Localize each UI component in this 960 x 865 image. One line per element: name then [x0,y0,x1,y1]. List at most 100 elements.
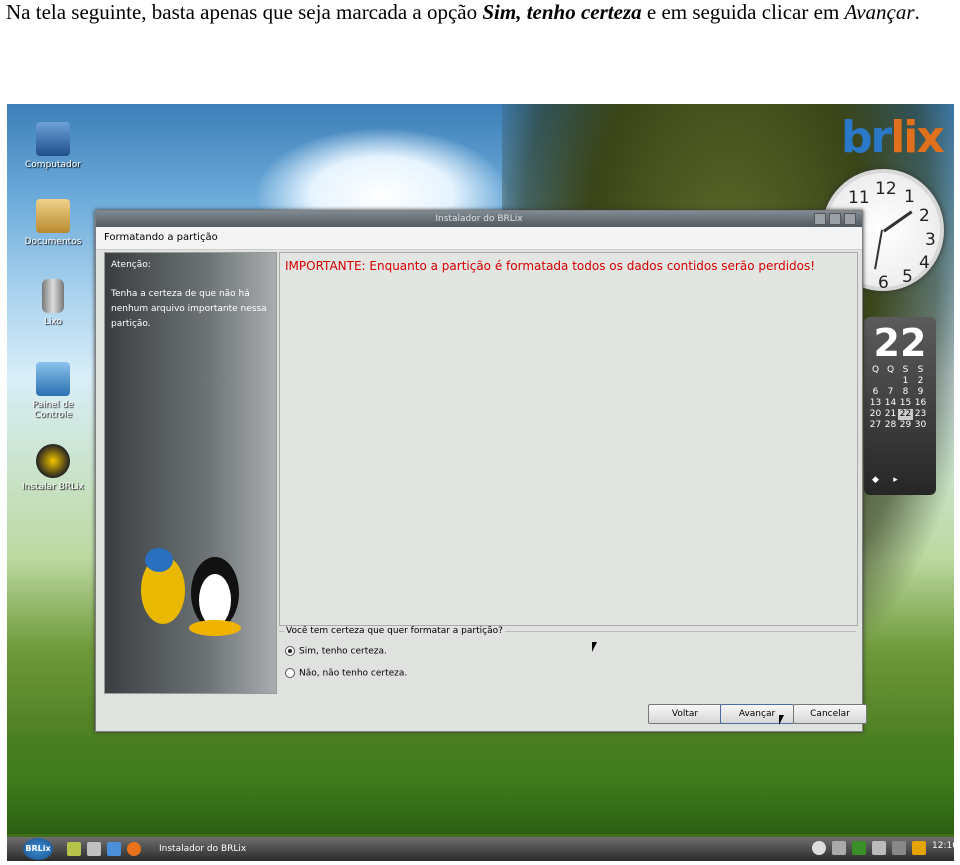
taskbar-task-label: Instalador do BRLix [159,844,247,854]
doc-text-middle: e em seguida clicar em [641,0,845,24]
calendar-date: 8 [902,387,909,397]
doc-text-end: . [914,0,920,24]
clock-number: 1 [904,187,915,207]
option-no-label: Não, não tenho certeza. [299,668,408,679]
documents-icon [36,199,70,233]
calendar-date: 20 [869,409,882,419]
calendar-date: 28 [884,420,897,430]
volume-icon[interactable] [872,841,886,855]
desktop-icon-control-panel[interactable]: Painel de Controle [17,362,89,420]
confirmation-group: Você tem certeza que quer formatar a par… [279,626,856,692]
desktop-icon-computer[interactable]: Computador [17,122,89,170]
clock-time[interactable]: 12:10 [932,841,954,855]
calendar-date [868,376,883,387]
usb-icon[interactable] [832,841,846,855]
clock-number: 11 [848,188,870,208]
desktop-icon-documents[interactable]: Documentos [17,199,89,247]
doc-text-before: Na tela seguinte, basta apenas que seja … [6,0,483,24]
document-paragraph: Na tela seguinte, basta apenas que seja … [6,0,956,24]
option-yes[interactable]: Sim, tenho certeza. [285,646,387,657]
clock-hour-hand [883,210,913,233]
back-button[interactable]: Voltar [648,704,722,724]
calendar-date: 23 [914,409,927,419]
close-icon[interactable] [844,213,856,225]
step-heading: Formatando a partição [96,227,862,250]
network-icon[interactable] [107,842,121,856]
clock-number: 3 [925,230,936,250]
attention-message: Tenha a certeza de que não há nenhum arq… [111,289,267,329]
calendar-next-button[interactable]: ▸ [893,475,898,485]
shield-icon[interactable] [912,841,926,855]
window-titlebar[interactable]: Instalador do BRLix [96,211,862,227]
trash-icon [42,279,64,313]
window-controls [811,213,856,231]
mouse-cursor-icon [592,642,602,652]
installer-window: Instalador do BRLix Formatando a partiçã… [95,210,867,732]
maximize-icon[interactable] [829,213,841,225]
control-panel-icon [36,362,70,396]
desktop-icon-label: Instalar BRLix [22,482,84,492]
calendar-widget: 22 Q Q S S 1 2 6 7 8 9 13 14 15 16 20 21… [864,317,936,495]
calendar-weekday: Q [871,365,880,375]
calendar-date: 2 [917,376,924,386]
clock-number: 2 [919,206,930,226]
desktop-screenshot: Computador Documentos Lixo Painel de Con… [7,104,954,861]
brlix-logo: brlix [841,112,945,163]
taskbar: BRLix Instalador do BRLix 12:10 [7,837,954,861]
start-button[interactable]: BRLix [23,838,53,860]
keyboard-layout-icon[interactable] [852,841,866,855]
desktop-icon-label: Lixo [43,317,63,327]
radio-yes-icon[interactable] [285,646,295,656]
desktop-icon-label: Painel de Controle [32,400,74,420]
monitor-icon[interactable] [87,842,101,856]
cancel-button[interactable]: Cancelar [793,704,867,724]
clock-number: 4 [919,253,930,273]
calendar-date: 1 [902,376,909,386]
calendar-date: 27 [869,420,882,430]
clock-minute-hand [874,229,883,270]
attention-panel: Atenção: Tenha a certeza de que não há n… [104,252,277,694]
calendar-nav: ◆ ▸ [872,475,898,485]
content-area: IMPORTANTE: Enquanto a partição é format… [279,252,858,626]
calendar-date-today: 22 [898,409,913,420]
desktop-icon-label: Computador [25,160,81,170]
doc-next-emphasis: Avançar [844,0,915,24]
calendar-prev-button[interactable]: ◆ [872,475,879,485]
option-yes-label: Sim, tenho certeza. [299,646,387,657]
calendar-date: 16 [914,398,927,408]
taskbar-task[interactable]: Instalador do BRLix [153,840,252,858]
option-no[interactable]: Não, não tenho certeza. [285,668,407,679]
grass-background [7,724,954,834]
clock-number: 6 [878,273,889,293]
calendar-date: 6 [872,387,879,397]
minimize-icon[interactable] [814,213,826,225]
confirmation-question: Você tem certeza que quer formatar a par… [284,626,505,636]
clock-number: 12 [875,179,897,199]
desktop-icon-trash[interactable]: Lixo [17,279,89,327]
window-title: Instalador do BRLix [435,214,523,224]
calendar-weekday: S [902,365,909,375]
calendar-date: 14 [884,398,897,408]
mouse-cursor-icon [779,715,789,725]
clock-number: 5 [902,267,913,287]
install-icon [36,444,70,478]
calendar-date: 7 [887,387,894,397]
quick-launch [67,842,147,859]
desktop-icon-install[interactable]: Instalar BRLix [17,444,89,492]
editor-icon[interactable] [67,842,81,856]
radio-no-icon[interactable] [285,668,295,678]
system-tray: 12:10 [806,841,954,855]
mascots-image [125,538,255,638]
attention-title: Atenção: [111,260,151,270]
doc-option-emphasis: Sim, tenho certeza [482,0,642,24]
computer-icon [36,122,70,156]
cd-icon[interactable] [812,841,826,855]
calendar-grid: Q Q S S 1 2 6 7 8 9 13 14 15 16 20 21 22… [868,365,928,431]
calendar-date: 21 [884,409,897,419]
calendar-weekday: S [917,365,924,375]
important-warning: IMPORTANTE: Enquanto a partição é format… [285,259,816,273]
calendar-date: 9 [917,387,924,397]
firefox-icon[interactable] [127,842,141,856]
calendar-weekday: Q [886,365,895,375]
network-status-icon[interactable] [892,841,906,855]
